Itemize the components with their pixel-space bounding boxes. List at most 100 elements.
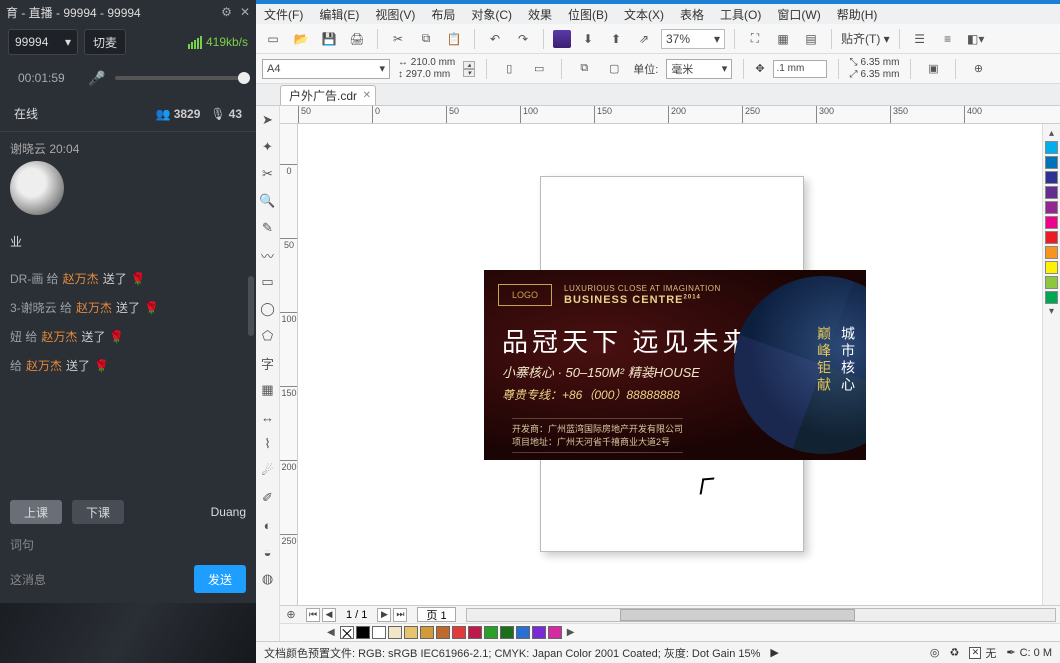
switch-mic-button[interactable]: 切麦 (84, 29, 126, 55)
rectangle-tool-icon[interactable]: ▭ (258, 272, 278, 292)
eyedropper-tool-icon[interactable]: ✐ (258, 488, 278, 508)
dimension-tool-icon[interactable]: ↔ (258, 407, 278, 427)
rulers-icon[interactable]: ▦ (772, 28, 794, 50)
color-swatch[interactable] (372, 626, 386, 639)
print-icon[interactable]: 🖨 (346, 28, 368, 50)
color-swatch[interactable] (1045, 276, 1058, 289)
prev-page-icon[interactable]: ◀ (322, 608, 336, 622)
menu-bitmap[interactable]: 位图(B) (568, 6, 608, 23)
export-icon[interactable]: ⬆ (605, 28, 627, 50)
menu-table[interactable]: 表格 (680, 6, 704, 23)
color-swatch[interactable] (1045, 141, 1058, 154)
page-tab[interactable]: 页 1 (417, 607, 455, 622)
connector-tool-icon[interactable]: ⌇ (258, 434, 278, 454)
page-width[interactable]: ↔ 210.0 mm (398, 57, 455, 68)
file-tab[interactable]: 户外广告.cdr ✕ (280, 85, 376, 105)
effects-tool-icon[interactable]: ☄ (258, 461, 278, 481)
color-swatch[interactable] (1045, 291, 1058, 304)
horizontal-scrollbar[interactable] (466, 608, 1056, 622)
transparency-tool-icon[interactable]: ◍ (258, 569, 278, 589)
room-select[interactable]: 99994▾ (8, 29, 78, 55)
close-icon[interactable]: ✕ (240, 5, 250, 19)
color-swatch[interactable] (452, 626, 466, 639)
text-tool-icon[interactable]: 字 (258, 353, 278, 373)
grid-icon[interactable]: ▤ (800, 28, 822, 50)
last-page-icon[interactable]: ⏭ (393, 608, 407, 622)
dim-spinner[interactable]: ▴▾ (463, 61, 475, 77)
color-swatch[interactable] (404, 626, 418, 639)
zoom-level[interactable]: 37%▾ (661, 29, 725, 49)
undo-icon[interactable]: ↶ (484, 28, 506, 50)
avatar[interactable] (10, 161, 64, 215)
duang-button[interactable]: Duang (211, 505, 246, 519)
canvas[interactable]: LOGO LUXURIOUS CLOSE AT IMAGINATION BUSI… (298, 124, 1042, 605)
launch-app-icon[interactable]: ◧▾ (965, 28, 987, 50)
settings-icon[interactable]: ⚙ (221, 5, 232, 19)
menu-object[interactable]: 对象(C) (471, 6, 512, 23)
microphone-icon[interactable]: 🎤 (88, 70, 105, 87)
color-swatch[interactable] (1045, 231, 1058, 244)
import-icon[interactable]: ⬇ (577, 28, 599, 50)
start-class-button[interactable]: 上课 (10, 500, 62, 524)
launch-icon[interactable]: ⇗ (633, 28, 655, 50)
menu-effects[interactable]: 效果 (528, 6, 552, 23)
menu-text[interactable]: 文本(X) (624, 6, 664, 23)
all-pages-icon[interactable]: ⧉ (573, 58, 595, 80)
outline-tool-icon[interactable]: ◒ (258, 542, 278, 562)
menu-help[interactable]: 帮助(H) (837, 6, 878, 23)
no-fill-swatch[interactable] (340, 626, 354, 639)
next-page-icon[interactable]: ▶ (377, 608, 391, 622)
color-swatch[interactable] (500, 626, 514, 639)
color-swatch[interactable] (1045, 216, 1058, 229)
chat-scrollbar[interactable] (248, 276, 254, 336)
color-proof-icon[interactable]: ◎ (930, 646, 940, 659)
open-icon[interactable]: 📂 (290, 28, 312, 50)
page-size-select[interactable]: A4▾ (262, 59, 390, 79)
new-doc-icon[interactable]: ▭ (262, 28, 284, 50)
menu-view[interactable]: 视图(V) (375, 6, 415, 23)
close-tab-icon[interactable]: ✕ (363, 90, 371, 101)
page-height[interactable]: ↕ 297.0 mm (398, 69, 450, 80)
color-swatch[interactable] (1045, 246, 1058, 259)
volume-slider[interactable] (115, 76, 244, 80)
current-page-icon[interactable]: ▢ (603, 58, 625, 80)
outline-indicator[interactable]: ✒ C: 0 M (1006, 646, 1052, 659)
menu-file[interactable]: 文件(F) (264, 6, 303, 23)
fullscreen-icon[interactable]: ⛶ (744, 28, 766, 50)
end-class-button[interactable]: 下课 (72, 500, 124, 524)
treat-as-filled-icon[interactable]: ▣ (922, 58, 944, 80)
fill-tool-icon[interactable]: ◐ (258, 515, 278, 535)
table-tool-icon[interactable]: ▦ (258, 380, 278, 400)
copy-icon[interactable]: ⧉ (415, 28, 437, 50)
color-swatch[interactable] (516, 626, 530, 639)
unit-select[interactable]: 毫米▾ (666, 59, 732, 79)
color-swatch[interactable] (1045, 186, 1058, 199)
artistic-media-icon[interactable]: 〰 (258, 245, 278, 265)
color-swatch[interactable] (436, 626, 450, 639)
color-swatch[interactable] (356, 626, 370, 639)
redo-icon[interactable]: ↷ (512, 28, 534, 50)
dup-x-value[interactable]: 6.35 mm (861, 57, 900, 68)
color-swatch[interactable] (1045, 171, 1058, 184)
landscape-icon[interactable]: ▭ (528, 58, 550, 80)
tab-online[interactable]: 在线 (14, 105, 38, 122)
message-input[interactable]: 这消息 (10, 565, 184, 593)
dup-y-value[interactable]: 6.35 mm (861, 69, 900, 80)
cut-icon[interactable]: ✂ (387, 28, 409, 50)
fill-indicator[interactable]: 无 (969, 645, 996, 661)
polygon-tool-icon[interactable]: ⬠ (258, 326, 278, 346)
shape-tool-icon[interactable]: ✦ (258, 137, 278, 157)
options-icon[interactable]: ☰ (909, 28, 931, 50)
palette-up-icon[interactable]: ▴ (1049, 128, 1054, 139)
artwork[interactable]: LOGO LUXURIOUS CLOSE AT IMAGINATION BUSI… (484, 270, 866, 460)
palette-right-icon[interactable]: ▶ (564, 627, 578, 638)
color-swatch[interactable] (420, 626, 434, 639)
menu-edit[interactable]: 编辑(E) (319, 6, 359, 23)
color-swatch[interactable] (1045, 156, 1058, 169)
palette-down-icon[interactable]: ▾ (1049, 306, 1054, 317)
align-icon[interactable]: ≡ (937, 28, 959, 50)
freehand-tool-icon[interactable]: ✎ (258, 218, 278, 238)
ellipse-tool-icon[interactable]: ◯ (258, 299, 278, 319)
menu-tools[interactable]: 工具(O) (720, 6, 761, 23)
tool-hint-icon[interactable]: ♻ (950, 646, 960, 659)
